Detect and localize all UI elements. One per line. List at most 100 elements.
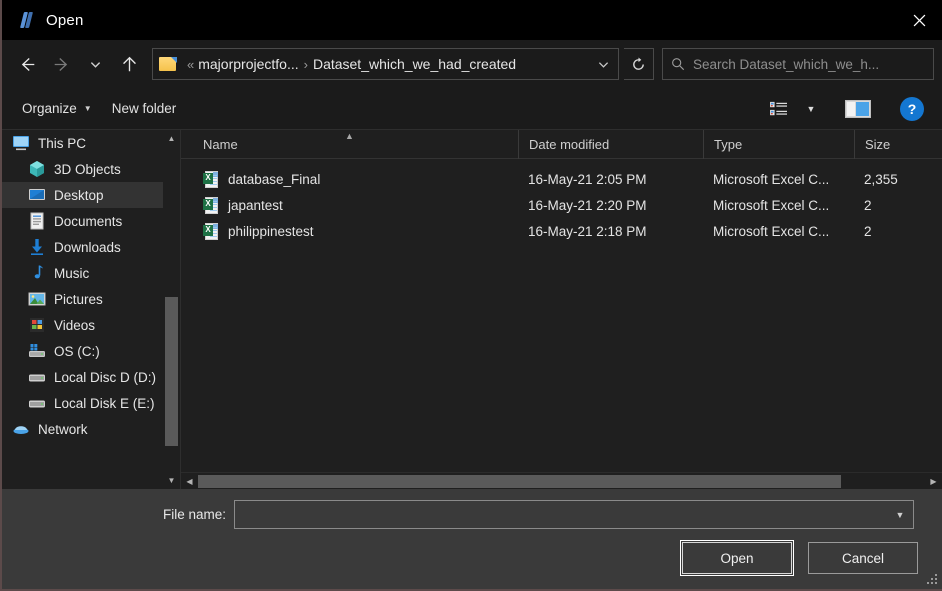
- change-view-icon[interactable]: [762, 95, 796, 123]
- drive-icon: [28, 368, 46, 386]
- file-name-row: File name: ▼: [2, 489, 942, 529]
- close-icon[interactable]: [896, 0, 942, 40]
- file-name-cell: X database_Final: [181, 166, 518, 192]
- open-button[interactable]: Open: [680, 540, 794, 576]
- horizontal-scroll-track[interactable]: [198, 473, 925, 490]
- dialog-footer: File name: ▼ Open Cancel: [2, 489, 942, 589]
- file-name-cell: X japantest: [181, 192, 518, 218]
- videos-icon: [28, 316, 46, 334]
- excel-csv-icon: X: [203, 222, 219, 240]
- file-list-horizontal-scrollbar[interactable]: ◀ ▶: [181, 472, 942, 489]
- window-title: Open: [46, 11, 84, 29]
- file-size: 2: [864, 197, 872, 213]
- table-row[interactable]: X philippinestest 16-May-21 2:18 PM Micr…: [181, 218, 942, 244]
- sidebar-item-downloads[interactable]: Downloads: [2, 234, 180, 260]
- scroll-up-icon[interactable]: ▲: [163, 130, 180, 147]
- cube-icon: [28, 160, 46, 178]
- breadcrumb-parent[interactable]: majorprojectfo...: [198, 56, 298, 72]
- file-name: philippinestest: [228, 223, 314, 239]
- column-label: Date modified: [529, 136, 610, 152]
- column-header-type[interactable]: Type: [703, 129, 854, 159]
- sidebar-item-3d-objects[interactable]: 3D Objects: [2, 156, 180, 182]
- scroll-down-icon[interactable]: ▼: [163, 472, 180, 489]
- horizontal-scroll-thumb[interactable]: [198, 474, 842, 488]
- sidebar-scroll-track[interactable]: [163, 147, 180, 472]
- scroll-right-icon[interactable]: ▶: [925, 473, 942, 490]
- cancel-button[interactable]: Cancel: [808, 542, 918, 574]
- excel-csv-icon: X: [203, 170, 219, 188]
- recent-locations-chevron-down-icon[interactable]: [78, 47, 112, 81]
- new-folder-button[interactable]: New folder: [102, 96, 187, 121]
- sidebar-scroll-thumb[interactable]: [165, 296, 178, 446]
- sidebar-item-this-pc[interactable]: This PC: [2, 130, 180, 156]
- file-name-cell: X philippinestest: [181, 218, 518, 244]
- breadcrumb[interactable]: « majorprojectfo... › Dataset_which_we_h…: [152, 48, 619, 80]
- breadcrumb-separator: ›: [303, 56, 308, 72]
- search-icon: [663, 57, 693, 71]
- search-input[interactable]: [693, 56, 933, 72]
- sidebar-item-os-c[interactable]: OS (C:): [2, 338, 180, 364]
- sidebar-item-documents[interactable]: Documents: [2, 208, 180, 234]
- chevron-down-icon[interactable]: ▼: [889, 502, 911, 528]
- sidebar-label: OS (C:): [54, 343, 100, 359]
- file-name-combobox[interactable]: ▼: [234, 500, 914, 529]
- sidebar-label: Music: [54, 265, 90, 281]
- sidebar-item-videos[interactable]: Videos: [2, 312, 180, 338]
- pictures-icon: [28, 290, 46, 308]
- sidebar-label: Local Disc D (D:): [54, 369, 157, 385]
- download-icon: [28, 238, 46, 256]
- sidebar-label: Local Disk E (E:): [54, 395, 155, 411]
- sidebar-item-local-disc-d[interactable]: Local Disc D (D:): [2, 364, 180, 390]
- breadcrumb-chevron-down-icon[interactable]: [590, 50, 616, 78]
- sidebar-item-network[interactable]: Network: [2, 416, 180, 442]
- table-row[interactable]: X database_Final 16-May-21 2:05 PM Micro…: [181, 166, 942, 192]
- search-box[interactable]: [662, 48, 934, 80]
- sidebar-item-pictures[interactable]: Pictures: [2, 286, 180, 312]
- sidebar-item-local-disk-e[interactable]: Local Disk E (E:): [2, 390, 180, 416]
- file-name: japantest: [228, 197, 283, 213]
- sidebar-label: Downloads: [54, 239, 121, 255]
- sidebar-scrollbar[interactable]: ▲ ▼: [163, 130, 180, 489]
- file-name: database_Final: [228, 171, 321, 187]
- file-type: Microsoft Excel C...: [713, 223, 830, 239]
- refresh-icon[interactable]: [624, 48, 654, 80]
- music-icon: [28, 264, 46, 282]
- scroll-left-icon[interactable]: ◀: [181, 473, 198, 490]
- sidebar-label: Desktop: [54, 187, 104, 203]
- view-chevron-down-icon[interactable]: ▼: [800, 95, 822, 123]
- navigation-bar: « majorprojectfo... › Dataset_which_we_h…: [2, 40, 942, 88]
- organize-button[interactable]: Organize ▼: [12, 96, 102, 121]
- os-drive-icon: [28, 342, 46, 360]
- preview-pane-icon[interactable]: [840, 95, 876, 123]
- help-button[interactable]: ?: [900, 96, 924, 121]
- dialog-buttons: Open Cancel: [2, 529, 942, 576]
- sidebar-label: This PC: [38, 135, 87, 151]
- breadcrumb-overflow[interactable]: «: [185, 57, 198, 72]
- column-header-date-modified[interactable]: Date modified: [518, 129, 703, 159]
- organize-label: Organize: [22, 101, 77, 116]
- desktop-icon: [28, 186, 46, 204]
- column-header-size[interactable]: Size: [854, 129, 923, 159]
- chevron-down-icon: ▼: [83, 104, 92, 113]
- python-file-icon: [16, 9, 38, 31]
- table-row[interactable]: X japantest 16-May-21 2:20 PM Microsoft …: [181, 192, 942, 218]
- forward-icon[interactable]: [44, 47, 78, 81]
- sidebar-label: Pictures: [54, 291, 103, 307]
- sidebar-label: Videos: [54, 317, 96, 333]
- column-header-name[interactable]: ▲ Name: [181, 130, 518, 159]
- column-label: Type: [714, 136, 743, 152]
- file-name-input[interactable]: [241, 507, 889, 522]
- breadcrumb-current[interactable]: Dataset_which_we_had_created: [313, 56, 516, 72]
- file-rows: X database_Final 16-May-21 2:05 PM Micro…: [181, 159, 942, 472]
- navigation-sidebar: This PC 3D Objects Desktop Documents Dow…: [2, 130, 180, 489]
- sidebar-item-desktop[interactable]: Desktop: [2, 182, 180, 208]
- resize-grip[interactable]: [927, 574, 938, 585]
- sidebar-item-music[interactable]: Music: [2, 260, 180, 286]
- back-icon[interactable]: [10, 47, 44, 81]
- file-type: Microsoft Excel C...: [713, 171, 830, 187]
- dialog-body: This PC 3D Objects Desktop Documents Dow…: [2, 129, 942, 489]
- drive-icon: [28, 394, 46, 412]
- up-icon[interactable]: [112, 47, 146, 81]
- open-file-dialog: Open « majorprojectfo... › Dataset_which…: [0, 0, 942, 591]
- document-icon: [28, 212, 46, 230]
